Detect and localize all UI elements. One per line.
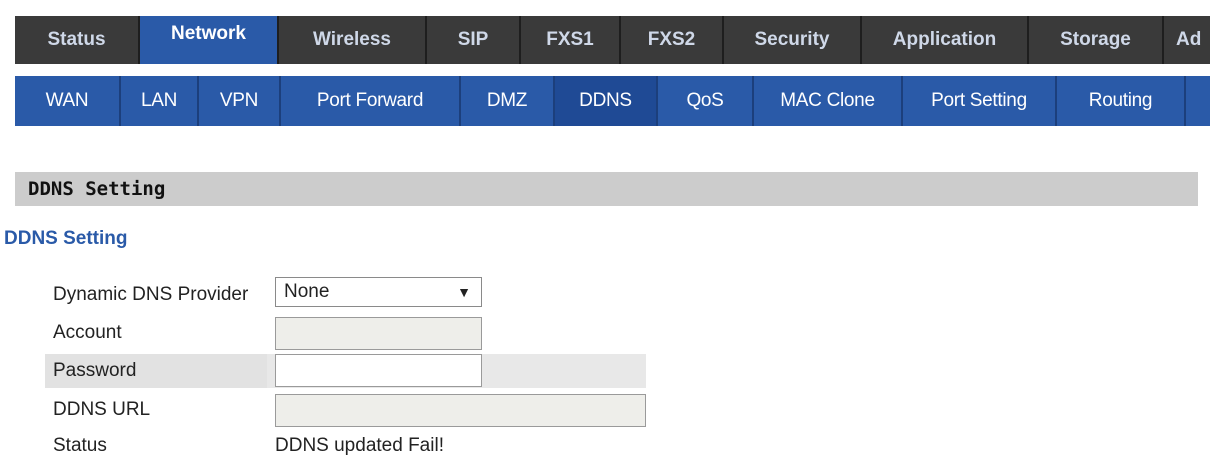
subtab-ddns[interactable]: DDNS — [555, 76, 658, 126]
subtab-dmz[interactable]: DMZ — [461, 76, 555, 126]
tab-advanced[interactable]: Ad — [1164, 16, 1210, 64]
account-label: Account — [53, 322, 122, 343]
account-input[interactable] — [275, 317, 482, 350]
password-label: Password — [53, 360, 137, 381]
subtab-qos[interactable]: QoS — [658, 76, 754, 126]
status-label: Status — [53, 435, 107, 456]
tab-status[interactable]: Status — [15, 16, 140, 64]
subtab-routing[interactable]: Routing — [1057, 76, 1186, 126]
tab-network[interactable]: Network — [140, 16, 279, 64]
ddns-url-input[interactable] — [275, 394, 646, 427]
tab-wireless[interactable]: Wireless — [279, 16, 427, 64]
tab-sip[interactable]: SIP — [427, 16, 521, 64]
ddns-provider-value: None — [284, 281, 330, 302]
ddns-url-label: DDNS URL — [53, 399, 151, 420]
main-nav-bar: Status Network Wireless SIP FXS1 FXS2 Se… — [15, 16, 1210, 64]
section-header: DDNS Setting — [15, 172, 1198, 206]
tab-application[interactable]: Application — [862, 16, 1029, 64]
subtab-port-setting[interactable]: Port Setting — [903, 76, 1057, 126]
status-value: DDNS updated Fail! — [275, 435, 444, 456]
ddns-provider-select[interactable]: None ▼ — [275, 277, 482, 307]
dropdown-arrow-icon: ▼ — [457, 284, 471, 300]
subtab-lan[interactable]: LAN — [121, 76, 199, 126]
section-title: DDNS Setting — [4, 228, 128, 249]
tab-fxs1[interactable]: FXS1 — [521, 16, 621, 64]
subtab-vpn[interactable]: VPN — [199, 76, 281, 126]
password-input[interactable] — [275, 354, 482, 387]
tab-storage[interactable]: Storage — [1029, 16, 1164, 64]
subtab-wan[interactable]: WAN — [15, 76, 121, 126]
subtab-more[interactable] — [1186, 76, 1210, 126]
subtab-port-forward[interactable]: Port Forward — [281, 76, 461, 126]
sub-nav-bar: WAN LAN VPN Port Forward DMZ DDNS QoS MA… — [15, 76, 1210, 126]
subtab-mac-clone[interactable]: MAC Clone — [754, 76, 903, 126]
tab-security[interactable]: Security — [724, 16, 862, 64]
tab-fxs2[interactable]: FXS2 — [621, 16, 724, 64]
provider-label: Dynamic DNS Provider — [53, 284, 249, 305]
